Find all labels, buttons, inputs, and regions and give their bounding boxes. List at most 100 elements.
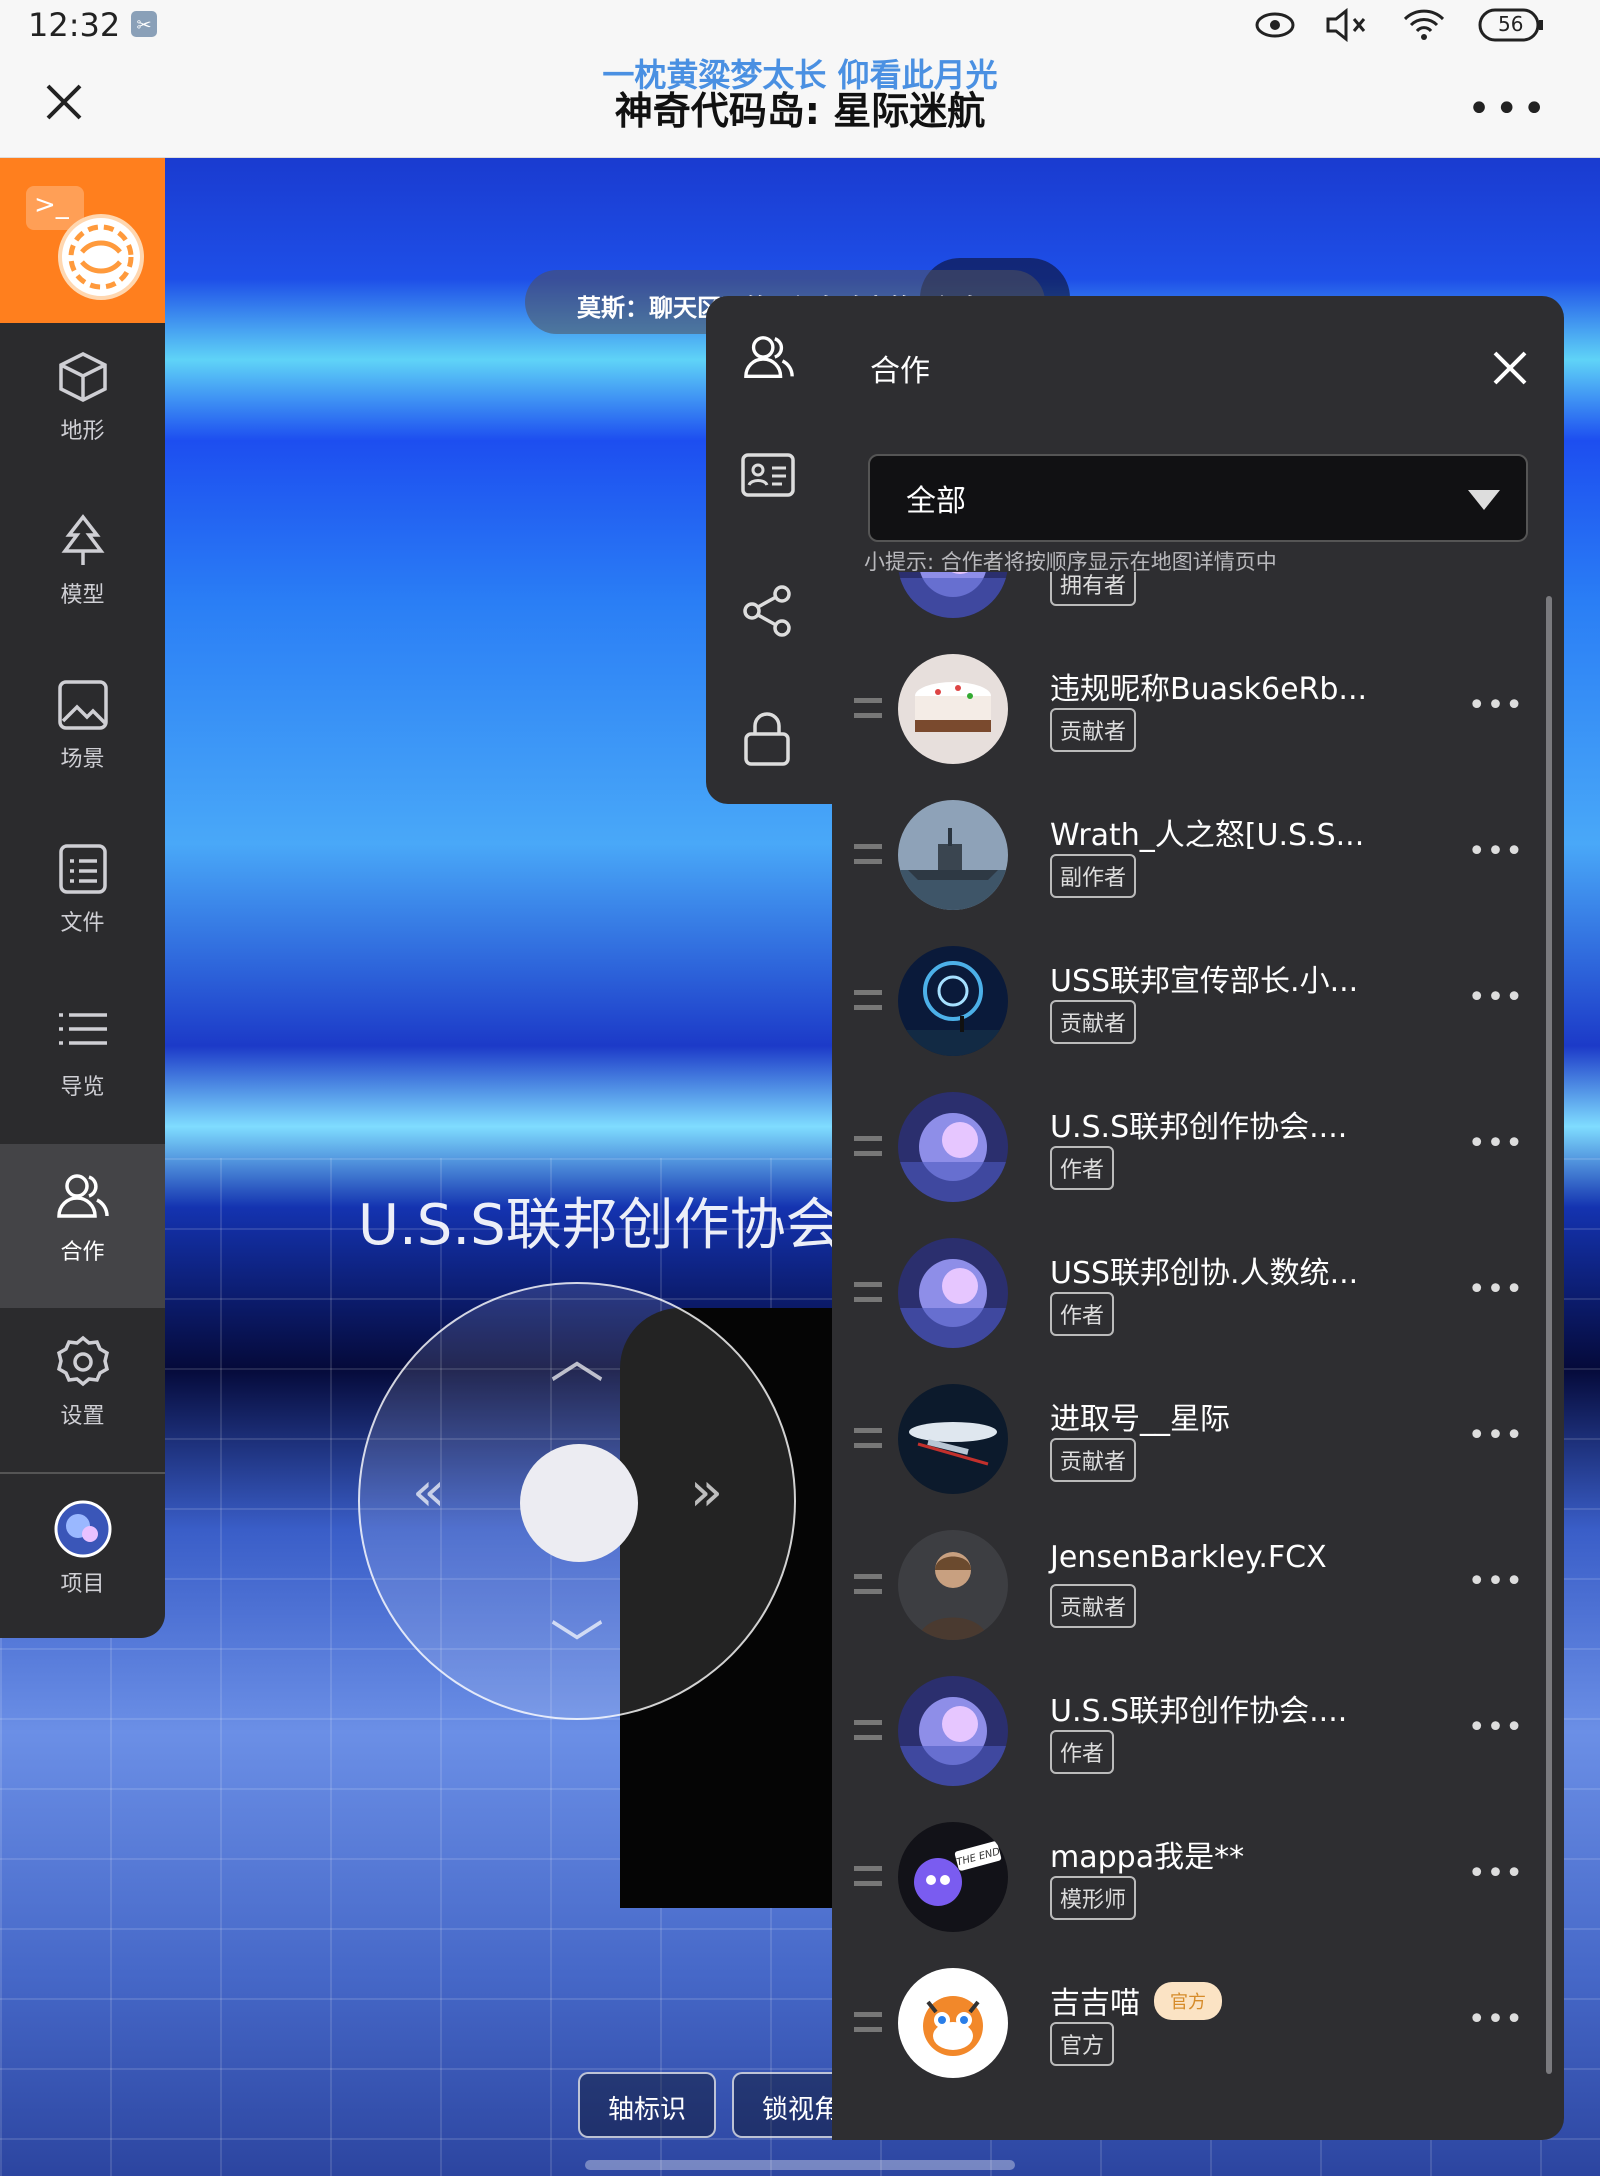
member-avatar[interactable]: [898, 1968, 1008, 2078]
member-more-button[interactable]: •••: [1468, 834, 1524, 869]
member-role-tag: 作者: [1050, 1730, 1115, 1774]
drag-handle-icon[interactable]: [854, 1136, 882, 1156]
drag-handle-icon[interactable]: [854, 990, 882, 1010]
drag-handle-icon[interactable]: [854, 1428, 882, 1448]
drag-handle-icon[interactable]: [854, 698, 882, 718]
member-more-button[interactable]: •••: [1468, 1856, 1524, 1891]
cube-icon: [58, 352, 107, 402]
member-name: U.S.S联邦创作协会....: [1050, 1110, 1348, 1145]
member-avatar[interactable]: [898, 800, 1008, 910]
battery-level: 56: [1498, 12, 1524, 36]
user-avatar[interactable]: [58, 214, 144, 300]
member-role-tag: 作者: [1050, 1146, 1115, 1190]
sidebar-item-settings[interactable]: 设置: [0, 1308, 165, 1472]
sidebar-item-guide[interactable]: 导览: [0, 979, 165, 1143]
more-menu-button[interactable]: •••: [1467, 86, 1550, 132]
collaboration-panel: 合作 全部 小提示: 合作者将按顺序显示在地图详情页中 拥有者•••违规昵称Bu…: [706, 296, 1564, 2140]
member-role-tag: 拥有者: [1050, 572, 1137, 606]
member-more-button[interactable]: •••: [1468, 1710, 1524, 1745]
sidebar-item-label: 项目: [60, 1572, 105, 1597]
member-role-tag: 贡献者: [1050, 1438, 1137, 1482]
member-name: 进取号__星际: [1050, 1402, 1230, 1437]
member-row[interactable]: Wrath_人之怒[U.S.S... 副作者 •••: [832, 798, 1564, 944]
member-role-tag: 模形师: [1050, 1876, 1137, 1920]
member-more-button[interactable]: •••: [1468, 1126, 1524, 1161]
member-avatar[interactable]: [898, 1676, 1008, 1786]
list-icon: [58, 1013, 107, 1045]
member-row[interactable]: 违规昵称Buask6eRb... 贡献者 •••: [832, 652, 1564, 798]
member-avatar[interactable]: [898, 1092, 1008, 1202]
share-icon[interactable]: [740, 584, 794, 642]
image-icon: [57, 680, 108, 730]
member-avatar[interactable]: [898, 1384, 1008, 1494]
drag-handle-icon[interactable]: [854, 1720, 882, 1740]
member-row[interactable]: USS联邦创协.人数统... 作者 •••: [832, 1236, 1564, 1382]
sidebar-item-label: 场景: [60, 747, 105, 772]
member-name: U.S.S联邦创作协会....: [1050, 1694, 1348, 1729]
member-row[interactable]: USS联邦宣传部长.小... 贡献者 •••: [832, 944, 1564, 1090]
close-icon[interactable]: [42, 80, 86, 124]
member-role-tag: 作者: [1050, 1292, 1115, 1336]
drag-handle-icon[interactable]: [854, 1866, 882, 1886]
member-avatar[interactable]: [898, 654, 1008, 764]
member-row[interactable]: U.S.S联邦创作协会.... 作者 •••: [832, 1674, 1564, 1820]
member-avatar[interactable]: [898, 946, 1008, 1056]
sidebar-item-terrain[interactable]: 地形: [0, 323, 165, 487]
svg-text:✂: ✂: [136, 15, 151, 36]
member-role-tag: 官方: [1050, 2022, 1115, 2066]
sidebar-item-collaborate[interactable]: 合作: [0, 1144, 165, 1308]
member-more-button[interactable]: •••: [1468, 1564, 1524, 1599]
sidebar-item-model[interactable]: 模型: [0, 487, 165, 651]
member-row[interactable]: 拥有者 •••: [832, 572, 1564, 652]
project-avatar-icon: [54, 1500, 111, 1558]
sidebar-item-label: 设置: [60, 1404, 105, 1429]
member-more-button[interactable]: •••: [1468, 572, 1524, 577]
scrollbar[interactable]: [1546, 596, 1552, 2074]
member-name: 吉吉喵: [1050, 1986, 1140, 2021]
member-role-tag: 副作者: [1050, 854, 1137, 898]
member-more-button[interactable]: •••: [1468, 1272, 1524, 1307]
member-avatar[interactable]: [898, 1238, 1008, 1348]
member-more-button[interactable]: •••: [1468, 2002, 1524, 2037]
member-more-button[interactable]: •••: [1468, 688, 1524, 723]
close-panel-button[interactable]: [1490, 348, 1530, 388]
title-bar: 一枕黄粱梦太长 仰看此月光 神奇代码岛: 星际迷航 •••: [0, 50, 1600, 158]
drag-handle-icon[interactable]: [854, 1282, 882, 1302]
eye-icon: [1254, 8, 1296, 46]
member-row[interactable]: 吉吉喵 官方 ••• 官方: [832, 1966, 1564, 2102]
member-row[interactable]: JensenBarkley.FCX 贡献者 •••: [832, 1528, 1564, 1674]
member-more-button[interactable]: •••: [1468, 1418, 1524, 1453]
drag-handle-icon[interactable]: [854, 1574, 882, 1594]
member-row[interactable]: 进取号__星际 贡献者 •••: [832, 1382, 1564, 1528]
panel-body: 全部 小提示: 合作者将按顺序显示在地图详情页中 拥有者•••违规昵称Buask…: [832, 424, 1564, 2140]
drag-handle-icon[interactable]: [854, 2012, 882, 2032]
member-more-button[interactable]: •••: [1468, 980, 1524, 1015]
id-card-icon[interactable]: [740, 450, 796, 504]
sidebar-item-file[interactable]: 文件: [0, 815, 165, 979]
mute-icon: [1324, 7, 1370, 46]
file-icon: [58, 844, 107, 894]
editor-sidebar: >_ 地形 模型 场景 文件 导览 合作 设置 项目: [0, 158, 165, 1638]
member-avatar[interactable]: [898, 572, 1008, 618]
member-row[interactable]: U.S.S联邦创作协会.... 作者 •••: [832, 1090, 1564, 1236]
sidebar-item-project[interactable]: 项目: [0, 1474, 165, 1638]
lock-icon[interactable]: [740, 710, 794, 772]
role-filter-select[interactable]: 全部: [868, 454, 1528, 542]
member-row[interactable]: THE END mappa我是** 模形师 •••: [832, 1820, 1564, 1966]
drag-handle-icon[interactable]: [854, 844, 882, 864]
axis-label-button[interactable]: 轴标识: [578, 2072, 716, 2138]
member-avatar[interactable]: [898, 1530, 1008, 1640]
scissors-icon: ✂: [130, 10, 158, 42]
home-indicator[interactable]: [585, 2160, 1015, 2170]
panel-tab-rail: [706, 424, 832, 804]
sidebar-item-label: 地形: [60, 419, 105, 444]
sidebar-item-scene[interactable]: 场景: [0, 651, 165, 815]
sidebar-item-label: 文件: [60, 911, 105, 936]
member-list[interactable]: 拥有者•••违规昵称Buask6eRb...贡献者•••Wrath_人之怒[U.…: [832, 572, 1564, 2102]
member-avatar[interactable]: THE END: [898, 1822, 1008, 1932]
status-time: 12:32: [28, 6, 121, 44]
sidebar-header[interactable]: >_: [0, 158, 165, 323]
member-name: mappa我是**: [1050, 1840, 1245, 1875]
battery-icon: 56: [1478, 8, 1544, 46]
joystick-knob[interactable]: [520, 1444, 638, 1562]
